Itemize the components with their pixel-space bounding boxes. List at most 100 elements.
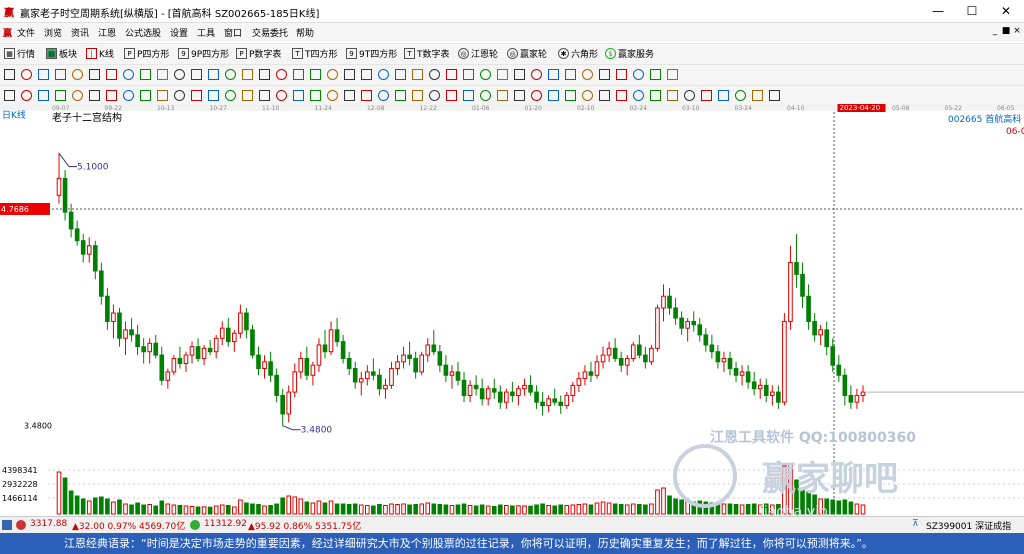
drawing-tool-11-icon[interactable] — [174, 69, 185, 80]
analysis-tool-15-icon[interactable] — [242, 90, 253, 101]
analysis-tool-20-icon[interactable] — [327, 90, 338, 101]
toolbar-t-square-button[interactable]: T T四方形 — [292, 46, 338, 61]
analysis-tool-19-icon[interactable] — [310, 90, 321, 101]
toolbar-kline-button[interactable]: | K线 — [86, 46, 114, 61]
toolbar-hexagon-button[interactable]: ✱ 六角形 — [558, 46, 598, 61]
menu-tools[interactable]: 工具 — [197, 26, 215, 39]
drawing-tool-27-icon[interactable] — [446, 69, 457, 80]
analysis-tool-44-icon[interactable] — [735, 90, 746, 101]
analysis-tool-29-icon[interactable] — [480, 90, 491, 101]
index-selector-label[interactable]: SZ399001 深证成指 — [926, 519, 1011, 532]
drawing-tool-3-icon[interactable] — [38, 69, 49, 80]
analysis-tool-8-icon[interactable] — [123, 90, 134, 101]
analysis-tool-33-icon[interactable] — [548, 90, 559, 101]
analysis-tool-27-icon[interactable] — [446, 90, 457, 101]
drawing-tool-39-icon[interactable] — [650, 69, 661, 80]
toolbar-quotes-button[interactable]: ▦ 行情 — [4, 46, 35, 61]
analysis-tool-5-icon[interactable] — [72, 90, 83, 101]
analysis-tool-30-icon[interactable] — [497, 90, 508, 101]
analysis-tool-1-icon[interactable] — [4, 90, 15, 101]
kline-chart-svg[interactable]: 09-07 09-22 10-13 10-27 11-10 11-24 12-08 12-22… — [0, 104, 1024, 520]
menu-formula[interactable]: 公式选股 — [125, 26, 161, 39]
analysis-tool-10-icon[interactable] — [157, 90, 168, 101]
analysis-tool-2-icon[interactable] — [21, 90, 32, 101]
analysis-tool-9-icon[interactable] — [140, 90, 151, 101]
analysis-tool-32-icon[interactable] — [531, 90, 542, 101]
analysis-tool-21-icon[interactable] — [344, 90, 355, 101]
toolbar-sector-button[interactable]: ▤ 板块 — [46, 46, 77, 61]
analysis-tool-26-icon[interactable] — [429, 90, 440, 101]
menu-info[interactable]: 资讯 — [71, 26, 89, 39]
analysis-tool-23-icon[interactable] — [378, 90, 389, 101]
drawing-tool-35-icon[interactable] — [582, 69, 593, 80]
index-selector-icon[interactable]: ⊼ — [912, 519, 919, 529]
mdi-close-button[interactable]: × — [1012, 26, 1022, 36]
toolbar-p-square-button[interactable]: P P四方形 — [124, 46, 169, 61]
menu-window[interactable]: 窗口 — [224, 26, 242, 39]
analysis-tool-28-icon[interactable] — [463, 90, 474, 101]
drawing-tool-17-icon[interactable] — [276, 69, 287, 80]
menu-trade[interactable]: 交易委托 — [252, 26, 288, 39]
drawing-tool-33-icon[interactable] — [548, 69, 559, 80]
analysis-tool-39-icon[interactable] — [650, 90, 661, 101]
analysis-tool-12-icon[interactable] — [191, 90, 202, 101]
menu-help[interactable]: 帮助 — [296, 26, 314, 39]
mdi-restore-button[interactable]: ■ — [1001, 26, 1011, 36]
analysis-tool-14-icon[interactable] — [225, 90, 236, 101]
analysis-tool-16-icon[interactable] — [259, 90, 270, 101]
drawing-tool-38-icon[interactable] — [633, 69, 644, 80]
drawing-tool-31-icon[interactable] — [514, 69, 525, 80]
drawing-tool-29-icon[interactable] — [480, 69, 491, 80]
analysis-tool-45-icon[interactable] — [752, 90, 763, 101]
drawing-tool-32-icon[interactable] — [531, 69, 542, 80]
drawing-tool-1-icon[interactable] — [4, 69, 15, 80]
toolbar-p-table-button[interactable]: P P数字表 — [236, 46, 281, 61]
analysis-tool-34-icon[interactable] — [565, 90, 576, 101]
toolbar-9p-square-button[interactable]: 9 9P四方形 — [178, 46, 229, 61]
drawing-tool-28-icon[interactable] — [463, 69, 474, 80]
drawing-tool-36-icon[interactable] — [599, 69, 610, 80]
analysis-tool-3-icon[interactable] — [38, 90, 49, 101]
analysis-tool-35-icon[interactable] — [582, 90, 593, 101]
analysis-tool-43-icon[interactable] — [718, 90, 729, 101]
analysis-tool-4-icon[interactable] — [55, 90, 66, 101]
drawing-tool-25-icon[interactable] — [412, 69, 423, 80]
analysis-tool-31-icon[interactable] — [514, 90, 525, 101]
mdi-minimize-button[interactable]: _ — [990, 26, 1000, 36]
analysis-tool-11-icon[interactable] — [174, 90, 185, 101]
drawing-tool-19-icon[interactable] — [310, 69, 321, 80]
analysis-tool-36-icon[interactable] — [599, 90, 610, 101]
drawing-tool-14-icon[interactable] — [225, 69, 236, 80]
drawing-tool-30-icon[interactable] — [497, 69, 508, 80]
analysis-tool-25-icon[interactable] — [412, 90, 423, 101]
drawing-tool-4-icon[interactable] — [55, 69, 66, 80]
toolbar-t-table-button[interactable]: T T数字表 — [404, 46, 450, 61]
menu-settings[interactable]: 设置 — [170, 26, 188, 39]
drawing-tool-8-icon[interactable] — [123, 69, 134, 80]
analysis-tool-46-icon[interactable] — [769, 90, 780, 101]
minimize-button[interactable]: — — [923, 0, 953, 22]
kline-chart[interactable]: 09-07 09-22 10-13 10-27 11-10 11-24 12-08 12-22… — [0, 104, 1024, 520]
analysis-tool-13-icon[interactable] — [208, 90, 219, 101]
drawing-tool-9-icon[interactable] — [140, 69, 151, 80]
drawing-tool-24-icon[interactable] — [395, 69, 406, 80]
drawing-tool-6-icon[interactable] — [89, 69, 100, 80]
drawing-tool-22-icon[interactable] — [361, 69, 372, 80]
drawing-tool-7-icon[interactable] — [106, 69, 117, 80]
close-button[interactable]: ✕ — [991, 0, 1021, 22]
drawing-tool-23-icon[interactable] — [378, 69, 389, 80]
analysis-tool-38-icon[interactable] — [633, 90, 644, 101]
menu-file[interactable]: 文件 — [17, 26, 35, 39]
analysis-tool-40-icon[interactable] — [667, 90, 678, 101]
toolbar-winner-wheel-button[interactable]: ◎ 赢家轮 — [507, 46, 547, 61]
toolbar-service-button[interactable]: $ 赢家服务 — [605, 46, 654, 61]
drawing-tool-34-icon[interactable] — [565, 69, 576, 80]
analysis-tool-18-icon[interactable] — [293, 90, 304, 101]
drawing-tool-10-icon[interactable] — [157, 69, 168, 80]
analysis-tool-37-icon[interactable] — [616, 90, 627, 101]
drawing-tool-18-icon[interactable] — [293, 69, 304, 80]
drawing-tool-13-icon[interactable] — [208, 69, 219, 80]
analysis-tool-22-icon[interactable] — [361, 90, 372, 101]
menu-gann[interactable]: 江恩 — [98, 26, 116, 39]
drawing-tool-21-icon[interactable] — [344, 69, 355, 80]
